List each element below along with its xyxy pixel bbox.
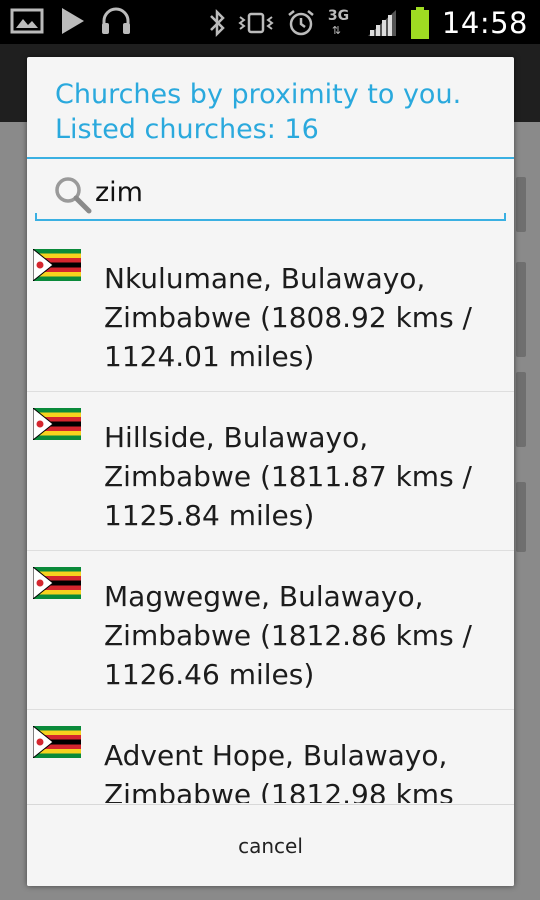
zimbabwe-flag-icon [33, 249, 81, 281]
listed-count: Listed churches: 16 [55, 114, 319, 145]
search-icon [55, 177, 92, 214]
list-item[interactable]: Magwegwe, Bulawayo, Zimbabwe (1812.86 km… [27, 551, 514, 710]
headphones-icon [102, 7, 130, 34]
network-type-label: 3G [327, 8, 350, 24]
dialog-title: Churches by proximity to you. Listed chu… [27, 57, 514, 157]
list-item[interactable]: Advent Hope, Bulawayo, Zimbabwe (1812.98… [27, 710, 514, 803]
vibrate-icon [238, 12, 274, 34]
image-icon [10, 8, 44, 34]
bluetooth-icon [210, 8, 225, 38]
churches-dialog: Churches by proximity to you. Listed chu… [27, 57, 514, 886]
search-input[interactable] [95, 173, 475, 211]
search-underline [35, 213, 506, 221]
church-name: Advent Hope, Bulawayo, Zimbabwe (1812.98… [104, 739, 454, 803]
dialog-footer: cancel [27, 804, 514, 886]
network-3g-icon: 3G ⇅ [327, 8, 350, 37]
church-name: Nkulumane, Bulawayo, Zimbabwe (1808.92 k… [104, 262, 472, 373]
church-name: Hillside, Bulawayo, Zimbabwe (1811.87 km… [104, 421, 472, 532]
zimbabwe-flag-icon [33, 726, 81, 758]
play-icon [62, 8, 84, 34]
list-item[interactable]: Nkulumane, Bulawayo, Zimbabwe (1808.92 k… [27, 233, 514, 392]
battery-icon [410, 7, 429, 39]
list-item[interactable]: Hillside, Bulawayo, Zimbabwe (1811.87 km… [27, 392, 514, 551]
dialog-title-line1: Churches by proximity to you. [55, 79, 462, 110]
church-name: Magwegwe, Bulawayo, Zimbabwe (1812.86 km… [104, 580, 472, 691]
signal-icon [367, 10, 396, 36]
cancel-button[interactable]: cancel [27, 805, 514, 886]
zimbabwe-flag-icon [33, 567, 81, 599]
zimbabwe-flag-icon [33, 408, 81, 440]
search-bar [27, 159, 514, 227]
alarm-icon [288, 10, 314, 36]
church-list[interactable]: Nkulumane, Bulawayo, Zimbabwe (1808.92 k… [27, 233, 514, 803]
status-bar: 3G ⇅ 14:58 [0, 0, 540, 44]
status-time: 14:58 [441, 6, 528, 40]
